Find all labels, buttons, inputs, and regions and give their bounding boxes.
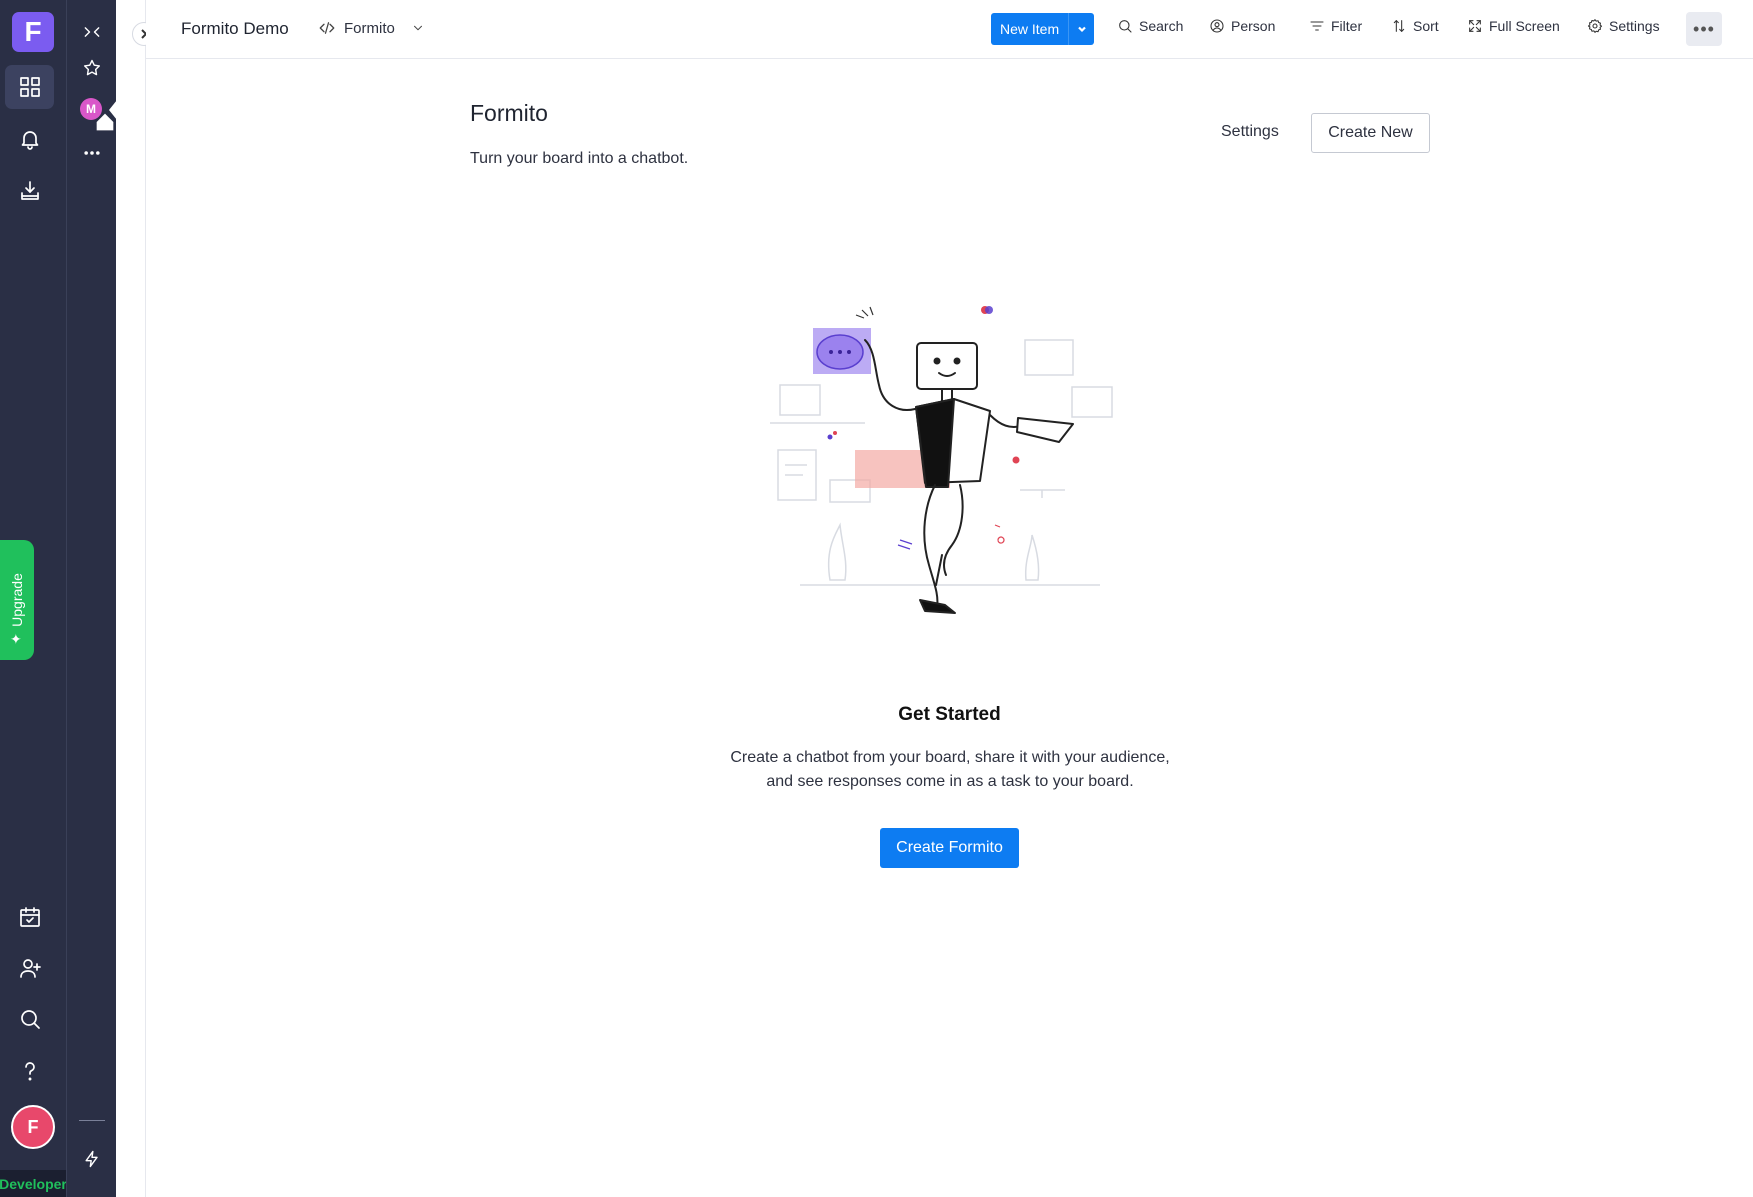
notifications-nav-button[interactable] (5, 117, 54, 161)
user-plus-icon (19, 959, 41, 978)
search-tool-button[interactable]: Search (1117, 18, 1183, 34)
page-title: Formito (470, 100, 548, 126)
ellipsis-icon (84, 151, 100, 155)
rail-divider (79, 1120, 105, 1121)
calendar-check-icon (19, 907, 40, 927)
download-tray-icon (20, 181, 39, 200)
boards-nav-button[interactable] (5, 65, 54, 109)
sort-tool-label: Sort (1413, 18, 1439, 34)
chevron-down-icon (413, 25, 422, 31)
sparkle-icon: ✦ (10, 631, 22, 647)
star-icon (83, 59, 101, 76)
filter-tool-label: Filter (1331, 18, 1363, 34)
page-subtitle: Turn your board into a chatbot. (470, 150, 689, 167)
create-new-button[interactable]: Create New (1311, 113, 1430, 153)
sort-tool-button[interactable]: Sort (1391, 18, 1439, 34)
chevron-down-icon (1077, 26, 1086, 33)
user-avatar[interactable]: F (11, 1105, 55, 1149)
collapse-rail-button[interactable] (79, 19, 105, 45)
grid-icon (19, 77, 40, 97)
top-header: Formito Demo Formito New Item Search Per… (146, 0, 1753, 59)
automations-button[interactable] (79, 1146, 105, 1172)
invite-user-nav-button[interactable] (5, 946, 54, 990)
help-nav-button[interactable] (5, 1049, 54, 1093)
upgrade-button[interactable]: Upgrade ✦ (0, 540, 34, 660)
code-icon (319, 22, 335, 34)
lightning-icon (85, 1150, 98, 1168)
bell-icon (21, 131, 38, 150)
favorites-button[interactable] (79, 55, 105, 81)
question-icon (24, 1062, 35, 1081)
search-icon (1119, 20, 1132, 33)
developer-badge: Developer (0, 1170, 67, 1197)
app-root: F Upgrade ✦ F Developer M Formito Demo F… (0, 0, 1753, 1197)
gear-icon (1587, 19, 1603, 33)
get-started-description: Create a chatbot from your board, share … (650, 746, 1250, 794)
robot-illustration (770, 306, 1113, 614)
more-workspaces-button[interactable] (79, 140, 105, 166)
left-rail: F Upgrade ✦ F Developer (0, 0, 67, 1197)
upgrade-label: Upgrade (9, 573, 26, 627)
person-tool-button[interactable]: Person (1209, 18, 1275, 34)
ellipsis-icon: ••• (1693, 18, 1715, 39)
person-circle-icon (1210, 19, 1224, 33)
sort-icon (1393, 20, 1405, 32)
search-icon (20, 1010, 40, 1029)
new-item-dropdown-button[interactable] (1068, 13, 1094, 45)
settings-tool-label: Settings (1609, 18, 1660, 34)
description-line-1: Create a chatbot from your board, share … (730, 749, 1170, 766)
side-strip (116, 0, 146, 1197)
app-logo[interactable]: F (12, 12, 54, 52)
board-title[interactable]: Formito Demo (181, 19, 289, 39)
description-line-2: and see responses come in as a task to y… (766, 773, 1134, 790)
settings-tool-button[interactable]: Settings (1587, 18, 1660, 34)
get-started-heading: Get Started (898, 704, 1001, 725)
expand-icon (1469, 20, 1481, 32)
workspace-rail: M (66, 0, 116, 1197)
inbox-nav-button[interactable] (5, 169, 54, 213)
collapse-arrows-icon (84, 27, 100, 37)
more-options-button[interactable]: ••• (1686, 12, 1722, 46)
create-formito-button[interactable]: Create Formito (880, 828, 1019, 868)
fullscreen-tool-button[interactable]: Full Screen (1467, 18, 1560, 34)
search-nav-button[interactable] (5, 997, 54, 1041)
view-selector[interactable]: Formito (318, 19, 425, 37)
fullscreen-tool-label: Full Screen (1489, 18, 1560, 34)
filter-tool-button[interactable]: Filter (1309, 18, 1362, 34)
view-name: Formito (344, 19, 395, 37)
person-tool-label: Person (1231, 18, 1276, 34)
formito-settings-link[interactable]: Settings (1221, 123, 1279, 141)
filter-icon (1310, 21, 1324, 31)
new-item-button[interactable]: New Item (991, 13, 1068, 45)
search-tool-label: Search (1139, 18, 1184, 34)
new-item-button-group: New Item (991, 13, 1095, 45)
calendar-nav-button[interactable] (5, 895, 54, 939)
